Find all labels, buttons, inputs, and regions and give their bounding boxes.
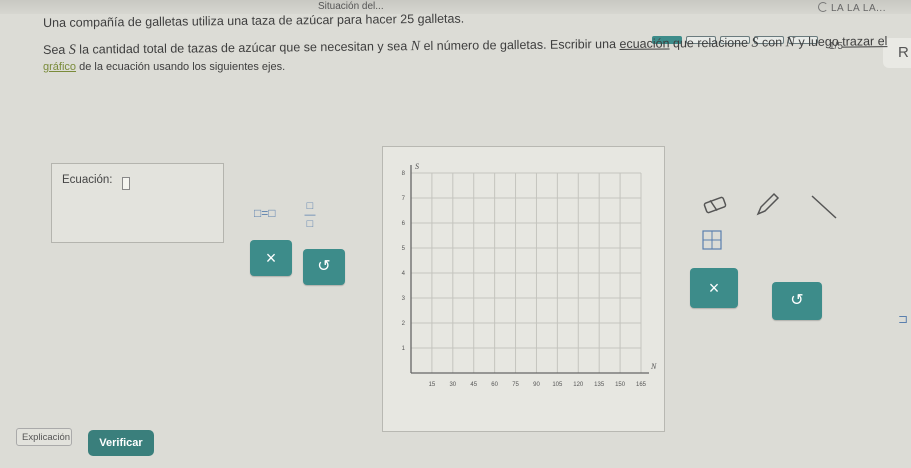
equation-input-box[interactable]: Ecuación: (51, 163, 224, 243)
x-tick-label: 75 (512, 382, 519, 388)
function-graph-icon (702, 230, 722, 250)
x-tick-label: 45 (470, 382, 477, 388)
function-tool[interactable] (698, 228, 728, 258)
y-tick-label: 6 (402, 221, 406, 227)
equals-template-button[interactable]: □=□ (254, 206, 276, 220)
graph-canvas[interactable]: 15 30 45 60 75 90 105 120 135 150 165 8 7 6 5 4 3 2 1 N S (383, 147, 666, 433)
variable-n: N (410, 39, 421, 55)
line-tool[interactable] (808, 190, 838, 220)
fraction-template-button[interactable]: □ — □ (304, 200, 316, 230)
y-tick-label: 2 (402, 321, 406, 327)
x-tick-label: 165 (636, 382, 647, 388)
topic-title[interactable]: Situación del... (318, 1, 384, 12)
x-axis-label: N (650, 362, 657, 371)
explain-button[interactable]: Explicación (16, 428, 72, 446)
line-icon (811, 195, 837, 219)
prompt-text: que relacione (669, 35, 752, 51)
pencil-tool[interactable] (752, 190, 782, 220)
problem-statement-line2: Sea S la cantidad total de tazas de azúc… (43, 34, 887, 59)
graph-clear-button[interactable]: × (690, 268, 738, 308)
y-tick-label: 4 (402, 271, 406, 277)
prompt-text: Sea (43, 42, 69, 57)
y-tick-label: 8 (402, 171, 406, 177)
grafico-link[interactable]: gráfico (43, 61, 76, 73)
equation-clear-button[interactable]: × (250, 240, 292, 276)
x-tick-label: 150 (615, 382, 626, 388)
prompt-text: de la ecuación usando los siguientes eje… (76, 61, 286, 73)
x-tick-label: 15 (429, 382, 436, 388)
y-axis-label: S (415, 162, 419, 171)
prompt-text: con (758, 35, 786, 50)
ecuacion-link[interactable]: ecuación (619, 36, 669, 51)
y-tick-label: 1 (402, 346, 406, 352)
fraction-icon: □ — □ (304, 200, 316, 230)
prompt-text: la cantidad total de tazas de azúcar que… (75, 39, 411, 57)
x-tick-label: 60 (491, 382, 498, 388)
y-tick-label: 3 (402, 296, 406, 302)
collapse-icon[interactable]: ⊐ (898, 312, 908, 326)
equation-cursor (122, 177, 130, 190)
graph-panel[interactable]: 15 30 45 60 75 90 105 120 135 150 165 8 7 6 5 4 3 2 1 N S (382, 146, 665, 432)
x-tick-label: 90 (533, 382, 540, 388)
graph-undo-button[interactable]: ↺ (772, 282, 822, 320)
variable-n: N (785, 35, 796, 51)
user-icon (818, 2, 828, 12)
x-tick-label: 30 (449, 382, 456, 388)
problem-statement-line1: Una compañía de galletas utiliza una taz… (43, 11, 465, 30)
user-name[interactable]: LA LA LA... (818, 2, 886, 14)
eraser-tool[interactable] (700, 190, 730, 220)
equation-undo-button[interactable]: ↺ (303, 249, 345, 285)
eraser-icon (703, 196, 727, 214)
equation-label: Ecuación: (62, 174, 113, 186)
trazar-link[interactable]: trazar el (842, 34, 887, 48)
x-tick-label: 135 (594, 382, 605, 388)
problem-statement-line3: gráfico de la ecuación usando los siguie… (43, 61, 285, 73)
user-name-label: LA LA LA... (831, 3, 886, 14)
pencil-icon (756, 192, 780, 216)
prompt-text: y luego (794, 34, 843, 50)
y-tick-label: 7 (402, 196, 406, 202)
prompt-text: el número de galletas. Escribir una (419, 36, 620, 54)
verify-button[interactable]: Verificar (88, 430, 154, 456)
x-tick-label: 120 (573, 382, 584, 388)
x-tick-label: 105 (552, 382, 563, 388)
y-tick-label: 5 (402, 246, 406, 252)
